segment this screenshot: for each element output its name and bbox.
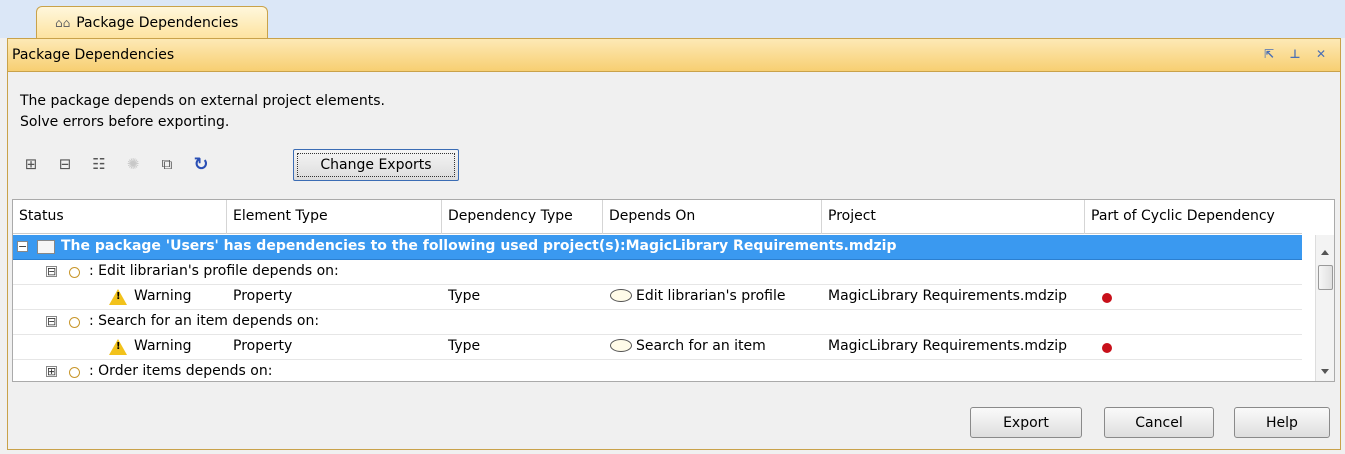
tab-strip: ⌂⌂ Package Dependencies xyxy=(0,0,1345,38)
collapse-toggle-icon[interactable]: ⊟ xyxy=(46,316,57,327)
scroll-down-icon[interactable] xyxy=(1321,369,1329,374)
dependency-type-cell: Type xyxy=(448,338,481,354)
close-icon[interactable]: ✕ xyxy=(1314,47,1328,61)
message-line-2: Solve errors before exporting. xyxy=(20,114,230,130)
collapse-toggle-icon[interactable]: − xyxy=(17,241,28,252)
info-message: The package depends on external project … xyxy=(20,91,385,133)
dependencies-table: Status Element Type Dependency Type Depe… xyxy=(12,199,1335,382)
table-header: Status Element Type Dependency Type Depe… xyxy=(13,200,1302,234)
title-controls: ⇱ ⊥ ✕ xyxy=(1262,47,1328,61)
column-header-dependency-type[interactable]: Dependency Type xyxy=(442,200,603,234)
package-dependencies-panel: Package Dependencies ⇱ ⊥ ✕ The package d… xyxy=(7,38,1341,450)
toolbar: ⊞ ⊟ ☷ ✺ ⧉ ↻ xyxy=(20,147,224,181)
vertical-scrollbar[interactable] xyxy=(1315,235,1334,381)
lightbulb-icon[interactable]: ✺ xyxy=(122,153,144,175)
cyclic-dependency-icon xyxy=(1102,343,1112,353)
panel-titlebar: Package Dependencies ⇱ ⊥ ✕ xyxy=(8,39,1340,72)
depends-on-text: Search for an item xyxy=(636,338,766,354)
scroll-thumb[interactable] xyxy=(1318,265,1333,290)
warning-icon xyxy=(109,289,127,305)
table-body: − The package 'Users' has dependencies t… xyxy=(13,235,1302,381)
export-button[interactable]: Export xyxy=(970,407,1082,438)
element-type-cell: Property xyxy=(233,338,293,354)
group-row[interactable]: − The package 'Users' has dependencies t… xyxy=(13,235,1302,260)
column-header-depends-on[interactable]: Depends On xyxy=(603,200,822,234)
project-cell: MagicLibrary Requirements.mdzip xyxy=(828,338,1067,354)
tree-icon[interactable]: ☷ xyxy=(88,153,110,175)
scroll-up-icon[interactable] xyxy=(1321,250,1329,255)
float-icon[interactable]: ⇱ xyxy=(1262,47,1276,61)
warning-icon xyxy=(109,339,127,355)
cancel-button[interactable]: Cancel xyxy=(1104,407,1214,438)
table-row[interactable]: Warning Property Type Search for an item… xyxy=(13,335,1302,360)
column-header-cyclic[interactable]: Part of Cyclic Dependency xyxy=(1085,200,1302,234)
depends-on-cell: Edit librarian's profile xyxy=(610,288,785,304)
element-type-cell: Property xyxy=(233,288,293,304)
hierarchy-icon[interactable]: ⧉ xyxy=(156,153,178,175)
status-cell: Warning xyxy=(134,338,192,354)
element-icon xyxy=(69,317,80,328)
element-icon xyxy=(69,367,80,378)
table-row[interactable]: ⊟ : Search for an item depends on: xyxy=(13,310,1302,335)
collapse-toggle-icon[interactable]: ⊟ xyxy=(46,266,57,277)
column-header-project[interactable]: Project xyxy=(822,200,1085,234)
row-label: : Order items depends on: xyxy=(89,363,273,379)
usecase-icon xyxy=(610,289,632,302)
package-icon xyxy=(37,240,55,254)
row-label: : Search for an item depends on: xyxy=(89,313,320,329)
collapse-all-icon[interactable]: ⊟ xyxy=(54,153,76,175)
row-label: : Edit librarian's profile depends on: xyxy=(89,263,339,279)
table-row[interactable]: Warning Property Type Edit librarian's p… xyxy=(13,285,1302,310)
expand-toggle-icon[interactable]: ⊞ xyxy=(46,366,57,377)
column-header-element-type[interactable]: Element Type xyxy=(227,200,442,234)
refresh-icon[interactable]: ↻ xyxy=(190,153,212,175)
pin-icon[interactable]: ⊥ xyxy=(1288,47,1302,61)
depends-on-cell: Search for an item xyxy=(610,338,766,354)
dependency-type-cell: Type xyxy=(448,288,481,304)
expand-all-icon[interactable]: ⊞ xyxy=(20,153,42,175)
column-header-status[interactable]: Status xyxy=(13,200,227,234)
table-row[interactable]: ⊞ : Order items depends on: xyxy=(13,360,1302,381)
panel-title: Package Dependencies xyxy=(12,47,175,63)
tab-package-dependencies[interactable]: ⌂⌂ Package Dependencies xyxy=(36,6,268,38)
package-dependencies-icon: ⌂⌂ xyxy=(55,15,71,30)
table-row[interactable]: ⊟ : Edit librarian's profile depends on: xyxy=(13,260,1302,285)
status-cell: Warning xyxy=(134,288,192,304)
project-cell: MagicLibrary Requirements.mdzip xyxy=(828,288,1067,304)
cyclic-dependency-icon xyxy=(1102,293,1112,303)
element-icon xyxy=(69,267,80,278)
depends-on-text: Edit librarian's profile xyxy=(636,288,786,304)
help-button[interactable]: Help xyxy=(1234,407,1330,438)
usecase-icon xyxy=(610,339,632,352)
group-row-label: The package 'Users' has dependencies to … xyxy=(61,238,897,254)
message-line-1: The package depends on external project … xyxy=(20,93,386,109)
tab-label: Package Dependencies xyxy=(76,14,239,31)
change-exports-button[interactable]: Change Exports xyxy=(293,149,459,181)
